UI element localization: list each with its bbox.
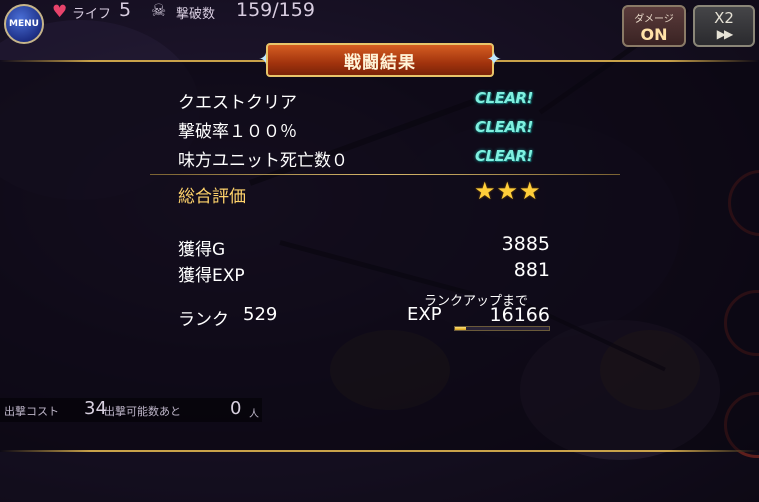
heart-icon: ♥ xyxy=(52,2,68,22)
gold-label: 獲得G xyxy=(178,240,226,260)
damage-display-toggle[interactable]: ダメージ ON xyxy=(622,5,686,47)
speed-button[interactable]: X2 ▶▶ xyxy=(693,5,755,47)
rank-value: 529 xyxy=(243,304,278,325)
title-ornament-icon: ✦ xyxy=(486,49,502,70)
battle-result-panel xyxy=(0,60,759,452)
bottom-hud: 出撃コスト 34 出撃可能数あと 0 人 xyxy=(0,398,262,422)
star-rating: ★★★ xyxy=(474,177,542,205)
damage-toggle-title: ダメージ xyxy=(634,14,674,25)
exp-gained-value: 881 xyxy=(513,259,550,281)
exp-progress-fill xyxy=(455,327,467,330)
life-value: 5 xyxy=(119,0,132,21)
objective-label: 味方ユニット死亡数０ xyxy=(178,151,348,171)
rank-label: ランク xyxy=(178,310,229,330)
objective-label: 撃破率１００％ xyxy=(178,122,297,142)
fast-forward-icon: ▶▶ xyxy=(716,27,733,41)
menu-label: MENU xyxy=(9,19,39,29)
remaining-units-unit: 人 xyxy=(249,409,259,420)
clear-badge: CLEAR! xyxy=(475,89,533,107)
sortie-cost-label: 出撃コスト xyxy=(4,405,59,418)
kill-count-value: 159/159 xyxy=(236,0,315,21)
gold-value: 3885 xyxy=(501,233,550,255)
result-title-banner: 戦闘結果 xyxy=(266,43,494,77)
clear-badge: CLEAR! xyxy=(475,147,533,165)
next-exp-label: EXP xyxy=(407,304,442,325)
result-divider xyxy=(150,174,620,175)
overall-rating-label: 総合評価 xyxy=(178,187,246,207)
remaining-units-value: 0 xyxy=(230,398,242,419)
result-title: 戦闘結果 xyxy=(344,52,416,73)
damage-toggle-state: ON xyxy=(640,25,668,44)
life-label: ライフ xyxy=(72,7,112,22)
exp-progress-bar xyxy=(454,326,550,331)
next-exp-value: 16166 xyxy=(489,304,550,326)
remaining-units-label: 出撃可能数あと xyxy=(104,405,181,418)
menu-button[interactable]: MENU xyxy=(4,4,44,44)
exp-gained-label: 獲得EXP xyxy=(178,266,245,286)
kill-count-label: 撃破数 xyxy=(176,7,216,22)
skull-icon: ☠ xyxy=(151,1,167,21)
clear-badge: CLEAR! xyxy=(475,118,533,136)
objective-label: クエストクリア xyxy=(178,93,297,113)
speed-label: X2 xyxy=(714,9,734,27)
panel-bottom-border xyxy=(0,450,759,452)
